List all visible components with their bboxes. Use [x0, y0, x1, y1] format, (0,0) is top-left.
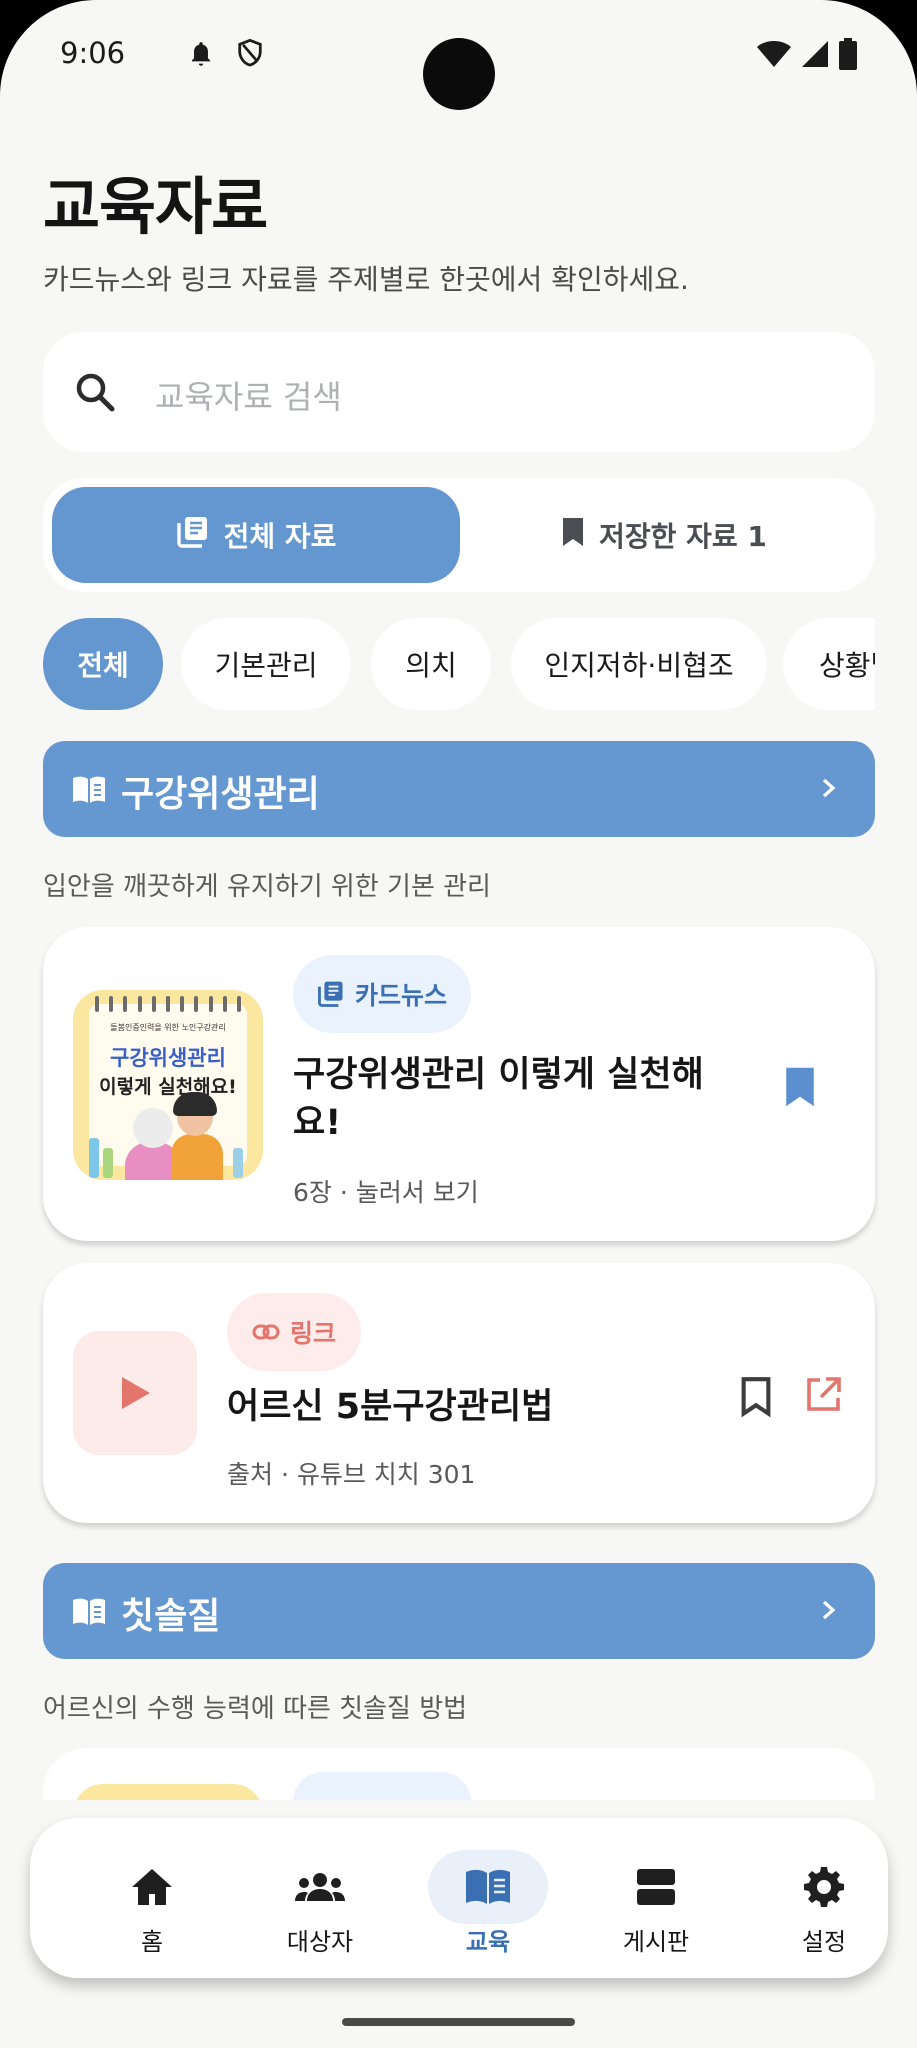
tab-all-resources[interactable]: 전체 자료	[52, 487, 460, 583]
cards-stack-icon	[176, 515, 210, 556]
section-header-oral-hygiene[interactable]: 구강위생관리	[43, 741, 875, 837]
card-news-thumbnail: 돌봄인증인력을 위한 노인구강관리 구강위생관리 이렇게 실천해요!	[73, 990, 263, 1180]
open-book-icon	[71, 773, 107, 809]
thumbnail-title: 구강위생관리	[110, 1046, 226, 1070]
page-subtitle: 카드뉴스와 링크 자료를 주제별로 한곳에서 확인하세요.	[43, 263, 689, 296]
section-title: 칫솔질	[121, 1596, 221, 1637]
nav-targets-label: 대상자	[286, 1928, 354, 1956]
card-title: 어르신 5분구강관리법	[227, 1387, 554, 1427]
chip-cognitive[interactable]: 인지저하·비협조	[511, 618, 767, 710]
tab-saved-resources[interactable]: 저장한 자료 1	[460, 487, 868, 583]
card-news-thumbnail	[73, 1784, 263, 1800]
category-chips: 전체 기본관리 의치 인지저하·비협조 상황별	[43, 618, 875, 710]
status-time: 9:06	[60, 36, 126, 70]
section-title: 구강위생관리	[121, 774, 320, 815]
chevron-right-icon	[819, 773, 839, 807]
nav-home[interactable]: 홈	[68, 1818, 236, 1978]
badge-label: 링크	[289, 1319, 336, 1348]
nav-targets[interactable]: 대상자	[236, 1818, 404, 1978]
notification-bell-icon	[188, 40, 214, 74]
card-title-line2: 요!	[293, 1103, 342, 1143]
signal-icon	[801, 40, 829, 72]
chip-basic-care[interactable]: 기본관리	[181, 618, 351, 710]
card-news-item[interactable]	[43, 1748, 875, 1800]
nav-education[interactable]: 교육	[404, 1818, 572, 1978]
card-type-badge: 카드뉴스	[293, 955, 471, 1033]
nav-settings[interactable]: 설정	[740, 1818, 908, 1978]
battery-icon	[839, 38, 857, 74]
nav-education-label: 교육	[465, 1928, 511, 1956]
partial-card-clip	[43, 1748, 875, 1800]
chip-situation[interactable]: 상황별	[783, 618, 875, 710]
section-description: 입안을 깨끗하게 유지하기 위한 기본 관리	[43, 872, 491, 902]
play-icon	[122, 1377, 150, 1409]
book-icon	[428, 1850, 548, 1924]
tab-all-label: 전체 자료	[223, 520, 337, 553]
board-icon	[596, 1850, 716, 1924]
nav-board-label: 게시판	[622, 1928, 690, 1956]
wifi-icon	[757, 40, 791, 72]
tab-saved-label: 저장한 자료 1	[599, 520, 767, 553]
gear-icon	[764, 1850, 884, 1924]
cards-stack-icon	[318, 981, 343, 1007]
nav-settings-label: 설정	[801, 1928, 847, 1956]
chevron-right-icon	[819, 1595, 839, 1629]
card-type-badge: 링크	[227, 1293, 361, 1371]
page-title: 교육자료	[43, 170, 268, 243]
card-news-item[interactable]: 돌봄인증인력을 위한 노인구강관리 구강위생관리 이렇게 실천해요! 카드뉴스 …	[43, 927, 875, 1241]
nav-home-label: 홈	[140, 1928, 164, 1956]
section-header-toothbrushing[interactable]: 칫솔질	[43, 1563, 875, 1659]
card-title-line1: 구강위생관리 이렇게 실천해	[293, 1055, 704, 1095]
bookmark-icon	[561, 516, 585, 555]
section-description: 어르신의 수행 능력에 따른 칫솔질 방법	[43, 1694, 468, 1724]
bookmark-outline-icon[interactable]	[739, 1375, 773, 1423]
open-external-icon[interactable]	[803, 1375, 843, 1419]
bookmark-filled-icon[interactable]	[783, 1065, 817, 1113]
open-book-icon	[71, 1595, 107, 1631]
app-screen: 9:06 교육자료 카드뉴스와 링크 자료를 주제별로 한곳에서 확인하세요. …	[0, 0, 917, 2048]
bottom-navigation: 홈 대상자 교육 게시판 설정	[30, 1818, 888, 1978]
search-input[interactable]: 교육자료 검색	[43, 332, 875, 452]
chip-denture[interactable]: 의치	[371, 618, 491, 710]
home-icon	[92, 1850, 212, 1924]
search-placeholder: 교육자료 검색	[155, 378, 342, 416]
link-item[interactable]: 링크 어르신 5분구강관리법 출처 · 유튜브 치치 301	[43, 1263, 875, 1523]
video-thumbnail	[73, 1331, 197, 1455]
card-meta: 6장 · 눌러서 보기	[293, 1178, 479, 1207]
thumbnail-caption: 돌봄인증인력을 위한 노인구강관리	[110, 1023, 226, 1032]
card-meta: 출처 · 유튜브 치치 301	[227, 1460, 476, 1489]
thumbnail-subtitle: 이렇게 실천해요!	[99, 1076, 237, 1098]
search-icon	[73, 370, 119, 420]
home-gesture-handle[interactable]	[342, 2018, 575, 2026]
shield-icon	[236, 38, 264, 74]
users-icon	[260, 1850, 380, 1924]
resource-tabs: 전체 자료 저장한 자료 1	[43, 478, 875, 592]
badge-label: 카드뉴스	[354, 981, 447, 1010]
card-title: 구강위생관리 이렇게 실천해 요!	[293, 1051, 713, 1147]
chip-all[interactable]: 전체	[43, 618, 163, 710]
link-icon	[252, 1324, 280, 1340]
card-type-badge	[293, 1772, 471, 1800]
nav-board[interactable]: 게시판	[572, 1818, 740, 1978]
camera-cutout	[423, 38, 495, 110]
